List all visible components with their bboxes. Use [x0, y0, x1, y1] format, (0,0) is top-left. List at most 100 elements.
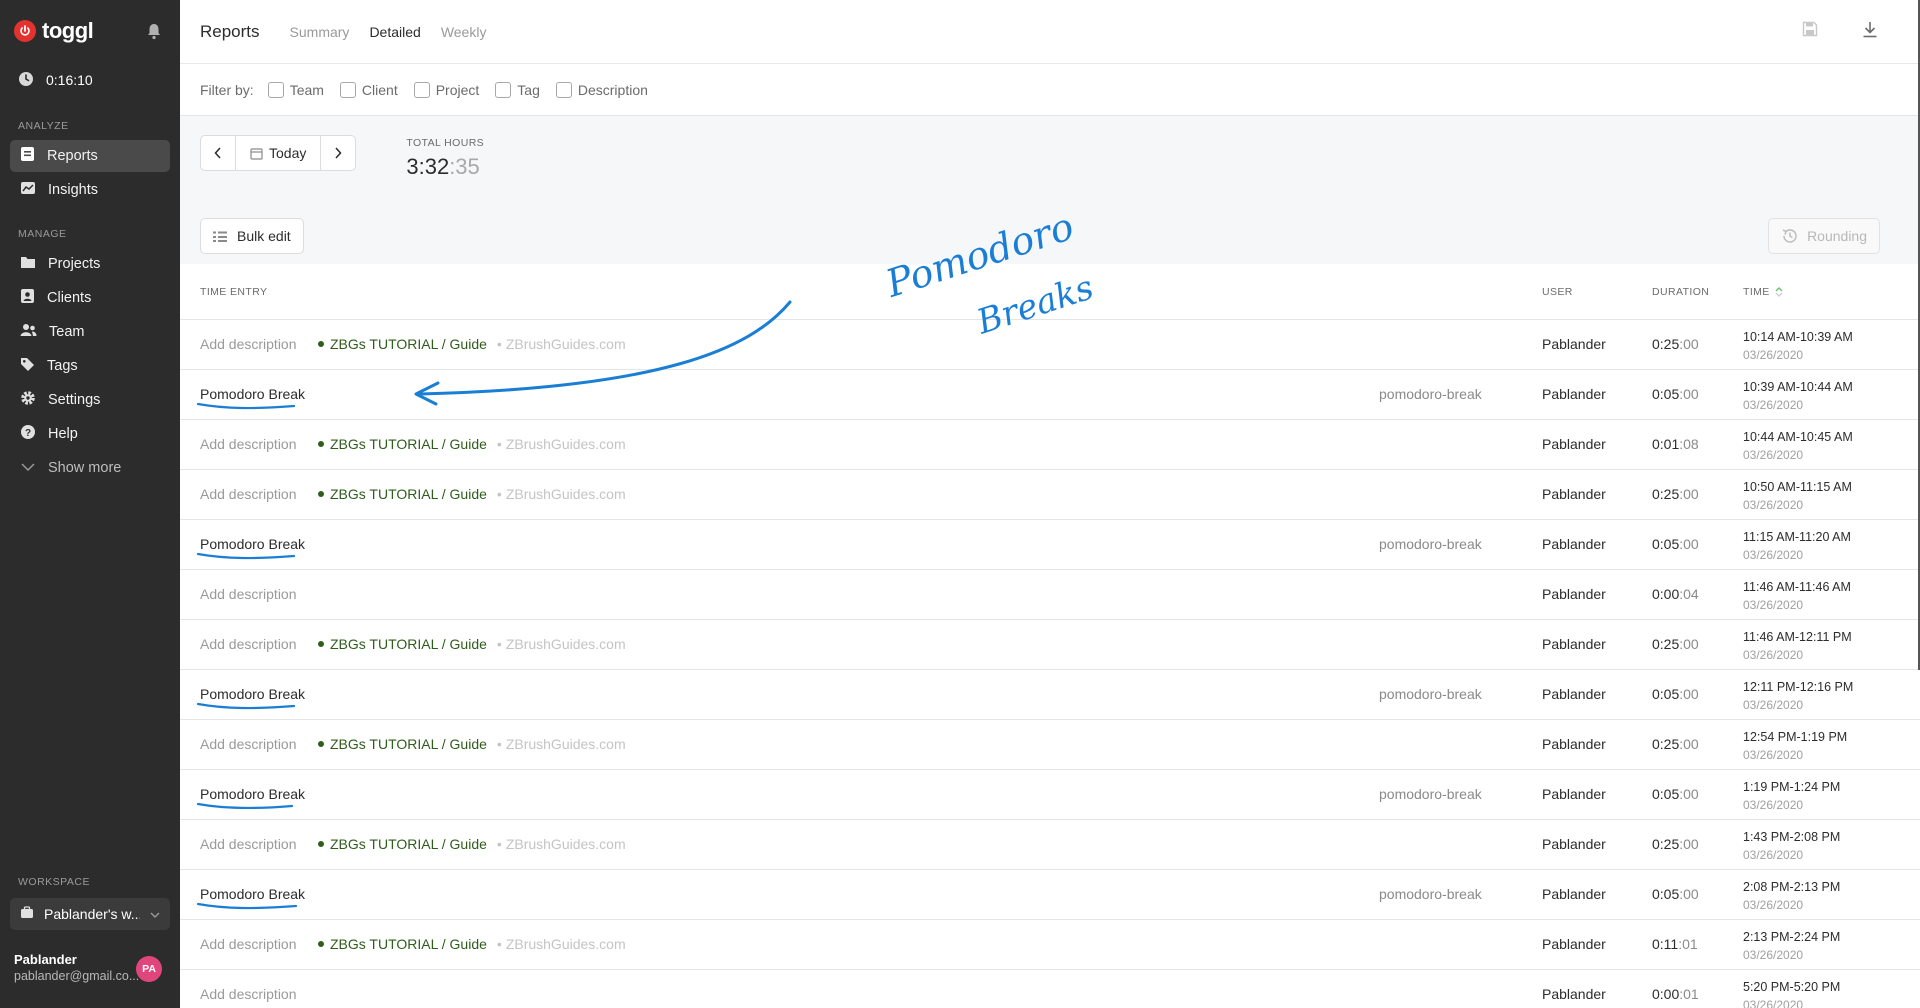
- tab-summary[interactable]: Summary: [290, 24, 350, 40]
- entry-time[interactable]: 10:39 AM-10:44 AM 03/26/2020: [1743, 378, 1853, 414]
- table-row[interactable]: Add description ZBGs TUTORIAL / Guide • ZBr…: [180, 470, 1920, 520]
- entry-duration[interactable]: 0:05:00: [1652, 386, 1699, 402]
- entry-duration[interactable]: 0:05:00: [1652, 886, 1699, 902]
- avatar[interactable]: PA: [136, 956, 162, 982]
- running-timer[interactable]: 0:16:10: [0, 62, 180, 98]
- entry-description[interactable]: Add description: [200, 736, 297, 752]
- entry-description[interactable]: Add description: [200, 486, 297, 502]
- entry-project[interactable]: ZBGs TUTORIAL / Guide • ZBrushGuides.com: [318, 636, 626, 652]
- sidebar-item-projects[interactable]: Projects: [10, 248, 170, 280]
- entry-description[interactable]: Add description: [200, 586, 297, 602]
- entry-duration[interactable]: 0:25:00: [1652, 636, 1699, 652]
- table-row[interactable]: Add description ZBGs TUTORIAL / Guide • ZBr…: [180, 820, 1920, 870]
- rounding-button[interactable]: Rounding: [1768, 218, 1880, 254]
- entry-tag[interactable]: pomodoro-break: [1379, 786, 1482, 802]
- filter-team[interactable]: Team: [267, 81, 324, 98]
- entry-time[interactable]: 1:19 PM-1:24 PM 03/26/2020: [1743, 778, 1840, 814]
- entry-description[interactable]: Add description: [200, 936, 297, 952]
- sidebar-item-tags[interactable]: Tags: [10, 350, 170, 382]
- filter-team-label: Team: [289, 81, 324, 98]
- table-row[interactable]: Pomodoro Break pomodoro-break Pablander 0:0…: [180, 520, 1920, 570]
- prev-period-button[interactable]: [201, 136, 235, 170]
- entry-project[interactable]: ZBGs TUTORIAL / Guide • ZBrushGuides.com: [318, 486, 626, 502]
- column-header-time[interactable]: TIME: [1743, 286, 1783, 298]
- entry-time[interactable]: 11:46 AM-12:11 PM 03/26/2020: [1743, 628, 1852, 664]
- entry-duration[interactable]: 0:05:00: [1652, 536, 1699, 552]
- entry-time[interactable]: 12:54 PM-1:19 PM 03/26/2020: [1743, 728, 1847, 764]
- entry-description[interactable]: Add description: [200, 436, 297, 452]
- show-more-toggle[interactable]: Show more: [10, 452, 170, 484]
- entry-project[interactable]: ZBGs TUTORIAL / Guide • ZBrushGuides.com: [318, 336, 626, 352]
- sidebar-item-help[interactable]: ? Help: [10, 418, 170, 450]
- entry-project[interactable]: ZBGs TUTORIAL / Guide • ZBrushGuides.com: [318, 736, 626, 752]
- column-header-user[interactable]: USER: [1542, 286, 1573, 298]
- manage-label: MANAGE: [18, 228, 67, 240]
- bulk-edit-button[interactable]: Bulk edit: [200, 218, 304, 254]
- user-profile[interactable]: Pablander pablander@gmail.co...: [14, 952, 139, 983]
- workspace-select[interactable]: Pablander's w...: [10, 898, 170, 930]
- entry-time[interactable]: 11:15 AM-11:20 AM 03/26/2020: [1743, 528, 1851, 564]
- entry-duration[interactable]: 0:25:00: [1652, 336, 1699, 352]
- date-range-button[interactable]: Today: [235, 136, 322, 170]
- sidebar-item-reports[interactable]: Reports: [10, 140, 170, 172]
- download-icon[interactable]: [1862, 21, 1878, 43]
- entry-time[interactable]: 2:13 PM-2:24 PM 03/26/2020: [1743, 928, 1840, 964]
- table-row[interactable]: Add description ZBGs TUTORIAL / Guide • ZBr…: [180, 620, 1920, 670]
- entry-duration[interactable]: 0:05:00: [1652, 686, 1699, 702]
- entry-duration[interactable]: 0:25:00: [1652, 836, 1699, 852]
- table-row[interactable]: Add description ZBGs TUTORIAL / Guide • ZBr…: [180, 420, 1920, 470]
- entry-tag[interactable]: pomodoro-break: [1379, 386, 1482, 402]
- entry-duration[interactable]: 0:01:08: [1652, 436, 1699, 452]
- entry-time[interactable]: 11:46 AM-11:46 AM 03/26/2020: [1743, 578, 1851, 614]
- entry-time[interactable]: 12:11 PM-12:16 PM 03/26/2020: [1743, 678, 1853, 714]
- table-row[interactable]: Add description ZBGs TUTORIAL / Guide • ZBr…: [180, 320, 1920, 370]
- duration-main: 0:05: [1652, 536, 1680, 552]
- entry-project[interactable]: ZBGs TUTORIAL / Guide • ZBrushGuides.com: [318, 936, 626, 952]
- table-row[interactable]: Add description Pablander 0:00:04 11:46 AM-…: [180, 570, 1920, 620]
- entry-project[interactable]: ZBGs TUTORIAL / Guide • ZBrushGuides.com: [318, 436, 626, 452]
- table-row[interactable]: Pomodoro Break pomodoro-break Pablander 0:0…: [180, 770, 1920, 820]
- filter-tag[interactable]: Tag: [495, 81, 540, 98]
- entry-duration[interactable]: 0:05:00: [1652, 786, 1699, 802]
- entry-time[interactable]: 10:44 AM-10:45 AM 03/26/2020: [1743, 428, 1853, 464]
- column-header-entry[interactable]: TIME ENTRY: [200, 286, 267, 298]
- entry-description[interactable]: Add description: [200, 636, 297, 652]
- save-icon[interactable]: [1802, 21, 1818, 43]
- table-row[interactable]: Pomodoro Break pomodoro-break Pablander 0:0…: [180, 870, 1920, 920]
- table-row[interactable]: Pomodoro Break pomodoro-break Pablander 0:0…: [180, 670, 1920, 720]
- entry-time[interactable]: 5:20 PM-5:20 PM 03/26/2020: [1743, 978, 1840, 1008]
- entry-tag[interactable]: pomodoro-break: [1379, 686, 1482, 702]
- filter-project[interactable]: Project: [413, 81, 479, 98]
- entry-description[interactable]: Add description: [200, 836, 297, 852]
- column-header-duration[interactable]: DURATION: [1652, 286, 1709, 298]
- entry-time[interactable]: 1:43 PM-2:08 PM 03/26/2020: [1743, 828, 1840, 864]
- entry-description[interactable]: Add description: [200, 336, 297, 352]
- table-row[interactable]: Add description Pablander 0:00:01 5:20 PM-5…: [180, 970, 1920, 1008]
- toggl-logo[interactable]: toggl: [14, 18, 94, 44]
- entry-duration[interactable]: 0:00:01: [1652, 986, 1699, 1002]
- entry-duration[interactable]: 0:11:01: [1652, 936, 1698, 952]
- entry-tag[interactable]: pomodoro-break: [1379, 886, 1482, 902]
- table-row[interactable]: Add description ZBGs TUTORIAL / Guide • ZBr…: [180, 720, 1920, 770]
- entry-duration[interactable]: 0:25:00: [1652, 736, 1699, 752]
- entry-time[interactable]: 2:08 PM-2:13 PM 03/26/2020: [1743, 878, 1840, 914]
- entry-duration[interactable]: 0:00:04: [1652, 586, 1699, 602]
- entry-time[interactable]: 10:50 AM-11:15 AM 03/26/2020: [1743, 478, 1852, 514]
- entry-description[interactable]: Add description: [200, 986, 297, 1002]
- sidebar-item-team[interactable]: Team: [10, 316, 170, 348]
- filter-client[interactable]: Client: [339, 81, 398, 98]
- table-row[interactable]: Pomodoro Break pomodoro-break Pablander 0:0…: [180, 370, 1920, 420]
- table-row[interactable]: Add description ZBGs TUTORIAL / Guide • ZBr…: [180, 920, 1920, 970]
- filter-description[interactable]: Description: [555, 81, 648, 98]
- sidebar-item-clients[interactable]: Clients: [10, 282, 170, 314]
- entry-project[interactable]: ZBGs TUTORIAL / Guide • ZBrushGuides.com: [318, 836, 626, 852]
- bell-icon[interactable]: [146, 22, 164, 40]
- entry-tag[interactable]: pomodoro-break: [1379, 536, 1482, 552]
- tab-weekly[interactable]: Weekly: [441, 24, 487, 40]
- tab-detailed[interactable]: Detailed: [369, 24, 420, 40]
- sidebar-item-insights[interactable]: Insights: [10, 174, 170, 206]
- sidebar-item-settings[interactable]: Settings: [10, 384, 170, 416]
- entry-time[interactable]: 10:14 AM-10:39 AM 03/26/2020: [1743, 328, 1853, 364]
- next-period-button[interactable]: [321, 136, 355, 170]
- entry-duration[interactable]: 0:25:00: [1652, 486, 1699, 502]
